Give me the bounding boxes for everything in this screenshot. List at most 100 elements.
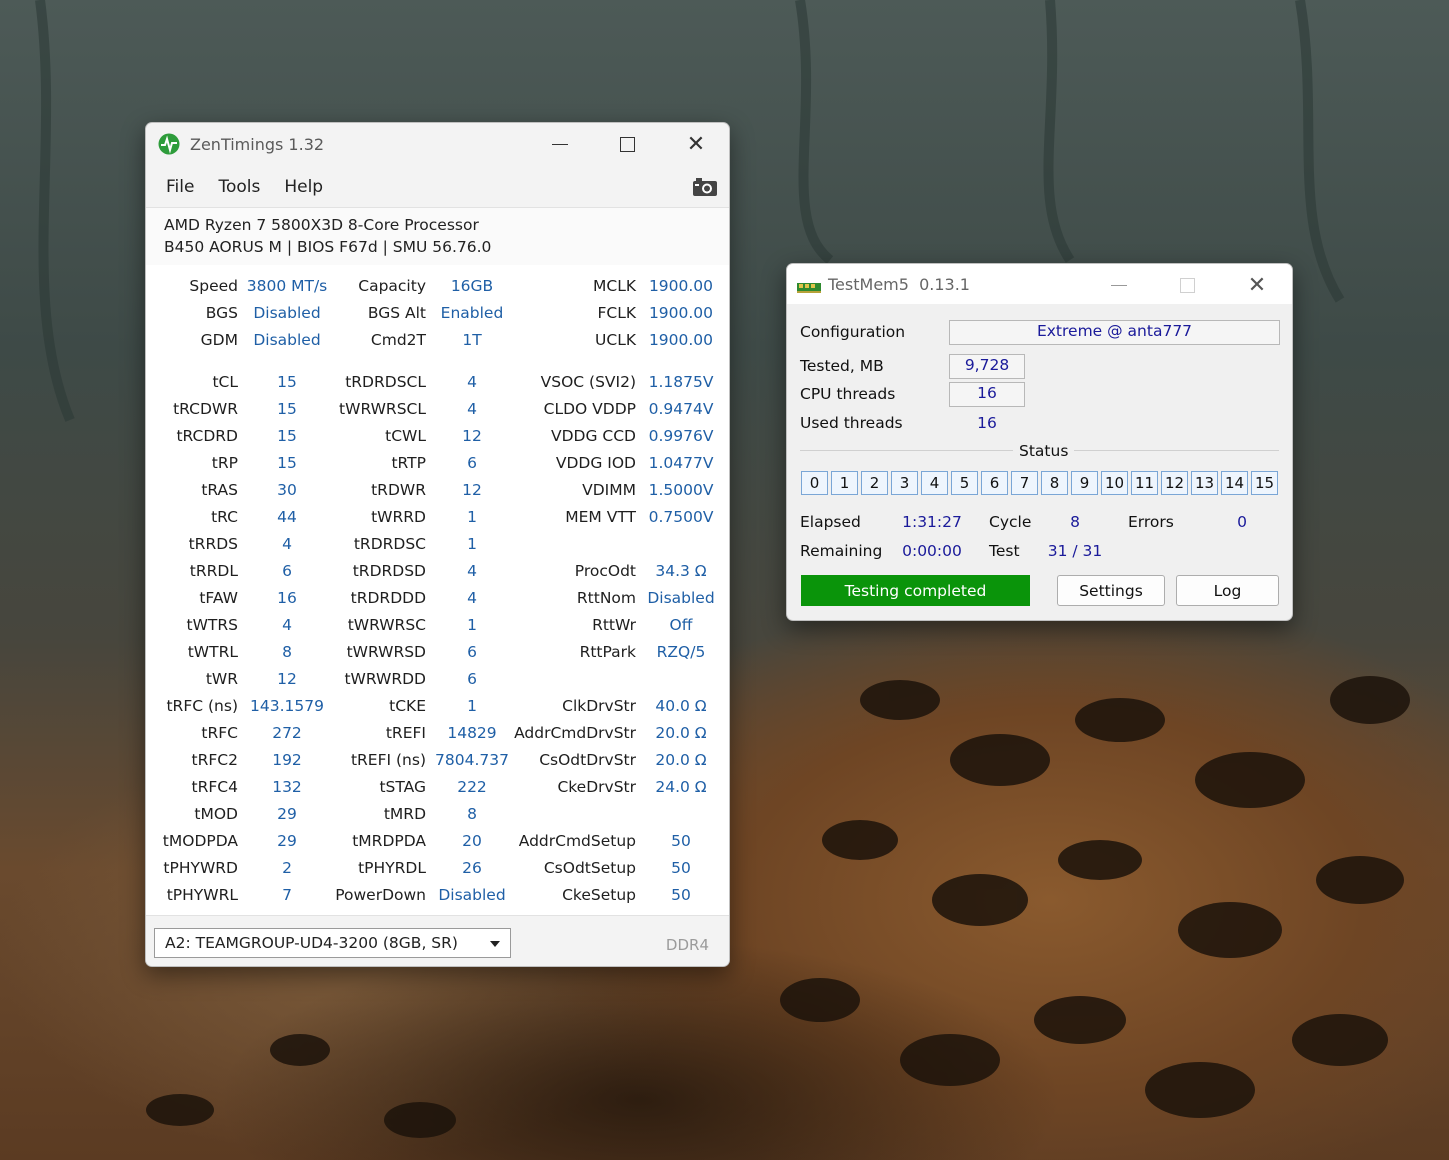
thread-cell: 13 (1191, 471, 1218, 495)
timing-value: 12 (277, 670, 297, 688)
timing-value: Disabled (438, 886, 506, 904)
timing-value: 1T (462, 331, 482, 349)
timing-value: 26 (462, 859, 482, 877)
timing-value: 44 (277, 508, 297, 526)
timing-value: 0.9474V (648, 400, 714, 418)
timing-value: 24.0 Ω (655, 778, 707, 796)
timing-value: 12 (462, 427, 482, 445)
thread-cell: 0 (801, 471, 828, 495)
zentimings-titlebar[interactable]: ZenTimings 1.32 ✕ (146, 123, 729, 165)
timing-value: 15 (277, 373, 297, 391)
remaining-value: 0:00:00 (902, 542, 962, 560)
zentimings-app-icon (158, 133, 180, 155)
errors-value: 0 (1237, 513, 1247, 531)
timing-value: 1.1875V (648, 373, 714, 391)
menu-file[interactable]: File (166, 177, 194, 197)
timing-value: 0.7500V (648, 508, 714, 526)
settings-button[interactable]: Settings (1057, 575, 1165, 606)
timing-value: 4 (467, 373, 477, 391)
timing-value: 1 (467, 508, 477, 526)
timing-value: 272 (272, 724, 302, 742)
elapsed-value: 1:31:27 (902, 513, 962, 531)
errors-label: Errors (1128, 513, 1174, 531)
zentimings-window: ZenTimings 1.32 ✕ File Tools Help AMD Ry… (145, 122, 730, 967)
timing-value: 4 (467, 589, 477, 607)
camera-icon[interactable] (693, 178, 717, 196)
configuration-field[interactable]: Extreme @ anta777 (949, 320, 1280, 345)
status-label: Status (1013, 442, 1075, 460)
log-button[interactable]: Log (1176, 575, 1279, 606)
maximize-icon (1179, 277, 1195, 293)
test-value: 31 / 31 (1047, 542, 1103, 560)
timing-value: 20 (462, 832, 482, 850)
timing-value: 1900.00 (648, 277, 714, 295)
timing-value: 0.9976V (648, 427, 714, 445)
thread-cell: 15 (1251, 471, 1278, 495)
elapsed-label: Elapsed (800, 513, 861, 531)
thread-cell: 4 (921, 471, 948, 495)
tested-label: Tested, MB (800, 357, 884, 375)
memory-type: DDR4 (665, 936, 709, 954)
tm-maximize-button[interactable] (1153, 264, 1221, 306)
timing-value: 4 (282, 616, 292, 634)
tm-minimize-button[interactable] (1085, 264, 1153, 306)
maximize-button[interactable] (593, 123, 661, 165)
module-select[interactable]: A2: TEAMGROUP-UD4-3200 (8GB, SR) (154, 928, 511, 958)
thread-cell: 3 (891, 471, 918, 495)
thread-cell: 5 (951, 471, 978, 495)
thread-cell: 9 (1071, 471, 1098, 495)
timing-value: 6 (282, 562, 292, 580)
testmem5-title: TestMem5 0.13.1 (828, 274, 970, 294)
timing-value: 8 (282, 643, 292, 661)
timing-label: AddrCmdSetup (518, 832, 636, 850)
timing-value: 192 (272, 751, 302, 769)
system-info: AMD Ryzen 7 5800X3D 8-Core Processor B45… (146, 207, 729, 266)
timing-value: 2 (282, 859, 292, 877)
minimize-button[interactable] (526, 123, 594, 165)
timing-value: 1 (467, 697, 477, 715)
timing-value: 1 (467, 616, 477, 634)
cycle-label: Cycle (989, 513, 1032, 531)
progress-text: Testing completed (844, 581, 987, 600)
timing-value: 7804.737 (435, 751, 509, 769)
timing-value: 50 (671, 859, 691, 877)
thread-cell: 10 (1101, 471, 1128, 495)
thread-cell: 14 (1221, 471, 1248, 495)
testmem5-window: TestMem5 0.13.1 ✕ Configuration Extreme … (786, 263, 1293, 621)
close-icon: ✕ (686, 131, 706, 157)
timing-value: Disabled (647, 589, 715, 607)
menu-help[interactable]: Help (284, 177, 323, 197)
tm-close-button[interactable]: ✕ (1223, 264, 1291, 306)
progress-bar: Testing completed (801, 575, 1030, 606)
timing-value: 1.5000V (648, 481, 714, 499)
timing-value: 16 (277, 589, 297, 607)
timing-value: 50 (671, 886, 691, 904)
minimize-icon (1111, 284, 1127, 286)
timings-grid: Speed 3800 MT/s BGS Disabled GDM Disabled tCL 1… (146, 265, 729, 915)
timing-value: 8 (467, 805, 477, 823)
thread-cell: 11 (1131, 471, 1158, 495)
timing-value: 20.0 Ω (655, 751, 707, 769)
timing-value: 40.0 Ω (655, 697, 707, 715)
testmem5-titlebar[interactable]: TestMem5 0.13.1 ✕ (787, 264, 1292, 304)
timing-value: 15 (277, 454, 297, 472)
timing-value: 6 (467, 454, 477, 472)
timing-value: 7 (282, 886, 292, 904)
cpu-threads-field: 16 (949, 382, 1025, 407)
timing-value: 29 (277, 805, 297, 823)
close-icon: ✕ (1247, 272, 1267, 298)
close-button[interactable]: ✕ (662, 123, 729, 165)
tested-value: 9,728 (964, 356, 1010, 374)
tested-field: 9,728 (949, 354, 1025, 379)
thread-cell: 1 (831, 471, 858, 495)
configuration-label: Configuration (800, 323, 906, 341)
timing-value: 20.0 Ω (655, 724, 707, 742)
timing-value: 50 (671, 832, 691, 850)
used-threads-value: 16 (977, 414, 997, 432)
cpu-threads-label: CPU threads (800, 385, 896, 403)
dropdown-arrow-icon (490, 941, 500, 947)
thread-cell: 6 (981, 471, 1008, 495)
menu-tools[interactable]: Tools (218, 177, 260, 197)
timing-value: 132 (272, 778, 302, 796)
timing-value: 1900.00 (648, 304, 714, 322)
